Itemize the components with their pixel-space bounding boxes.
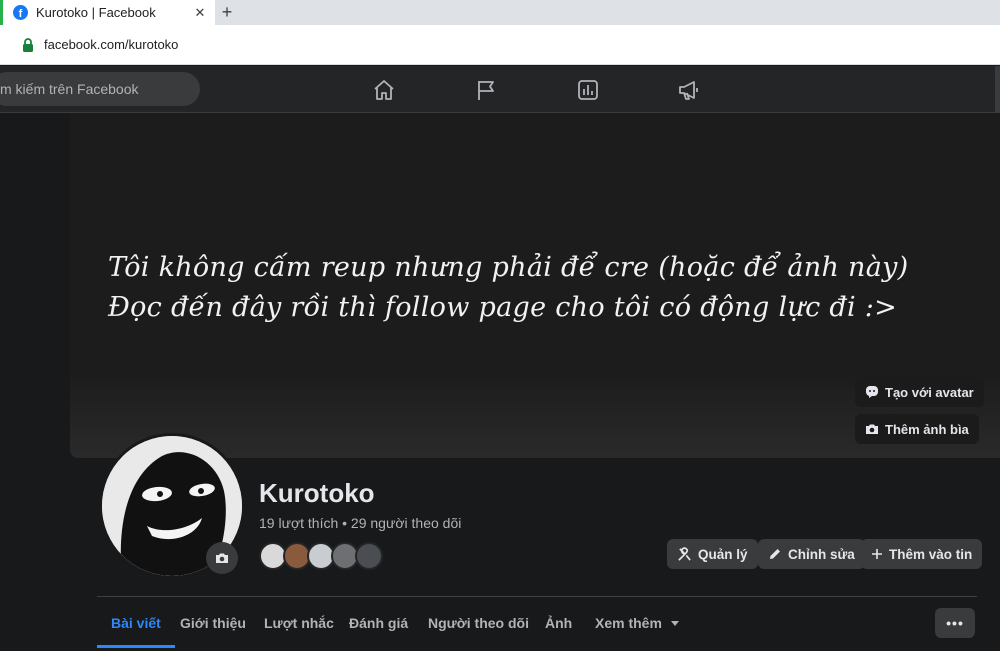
tab-about[interactable]: Giới thiệu: [166, 600, 260, 648]
more-options-button[interactable]: •••: [935, 608, 975, 638]
create-with-avatar-label: Tạo với avatar: [885, 384, 974, 400]
cover-text: Tôi không cấm reup nhưng phải để cre (ho…: [108, 248, 909, 328]
tab-reviews[interactable]: Đánh giá: [335, 600, 422, 648]
add-cover-photo-button[interactable]: Thêm ảnh bìa: [855, 414, 979, 444]
tab-close-icon[interactable]: ✕: [191, 5, 209, 21]
tab-title: Kurotoko | Facebook: [36, 5, 156, 20]
add-to-story-label: Thêm vào tin: [889, 546, 973, 562]
section-divider: [97, 596, 977, 597]
create-with-avatar-button[interactable]: Tạo với avatar: [855, 377, 984, 407]
tab-followers[interactable]: Người theo dõi: [414, 600, 543, 648]
cover-text-line-2: Đọc đến đây rồi thì follow page cho tôi …: [108, 292, 898, 323]
insights-icon[interactable]: [576, 78, 600, 102]
update-profile-picture-button[interactable]: [206, 542, 238, 574]
home-icon[interactable]: [372, 78, 396, 102]
follower-avatars[interactable]: [259, 542, 389, 570]
manage-label: Quản lý: [698, 546, 748, 562]
page-title: Kurotoko: [259, 478, 375, 508]
url-field[interactable]: facebook.com/kurotoko: [44, 37, 178, 52]
tab-more[interactable]: Xem thêm: [581, 600, 694, 648]
megaphone-icon[interactable]: [677, 78, 701, 102]
camera-icon: [866, 424, 878, 434]
cover-text-line-1: Tôi không cấm reup nhưng phải để cre (ho…: [108, 252, 909, 283]
add-cover-photo-label: Thêm ảnh bìa: [885, 421, 969, 437]
avatar-sticker-icon: [866, 386, 878, 398]
tab-photos[interactable]: Ảnh: [531, 600, 586, 648]
page-stats[interactable]: 19 lượt thích • 29 người theo dõi: [259, 515, 461, 531]
plus-icon: [872, 549, 882, 559]
new-tab-button[interactable]: +: [218, 1, 236, 23]
facebook-top-nav: m kiếm trên Facebook: [0, 66, 1000, 113]
pencil-icon: [770, 549, 780, 559]
lock-icon: [23, 38, 33, 52]
follower-avatar[interactable]: [355, 542, 383, 570]
search-input[interactable]: m kiếm trên Facebook: [0, 72, 200, 106]
edit-button[interactable]: Chỉnh sửa: [758, 539, 865, 569]
edit-label: Chỉnh sửa: [788, 546, 855, 562]
tools-icon: [678, 546, 691, 561]
flag-icon[interactable]: [474, 78, 498, 102]
add-to-story-button[interactable]: Thêm vào tin: [861, 539, 983, 569]
browser-tab-strip: f Kurotoko | Facebook ✕ +: [0, 0, 1000, 25]
scroll-edge: [995, 66, 1000, 113]
manage-button[interactable]: Quản lý: [667, 539, 758, 569]
caret-down-icon: [670, 621, 679, 626]
address-bar: facebook.com/kurotoko: [0, 25, 1000, 65]
camera-icon: [216, 553, 228, 563]
tab-more-label: Xem thêm: [595, 615, 662, 631]
facebook-favicon-icon: f: [13, 5, 28, 20]
browser-tab[interactable]: f Kurotoko | Facebook ✕: [0, 0, 215, 25]
tab-posts[interactable]: Bài viết: [97, 600, 175, 648]
tab-mentions[interactable]: Lượt nhắc: [250, 600, 348, 648]
